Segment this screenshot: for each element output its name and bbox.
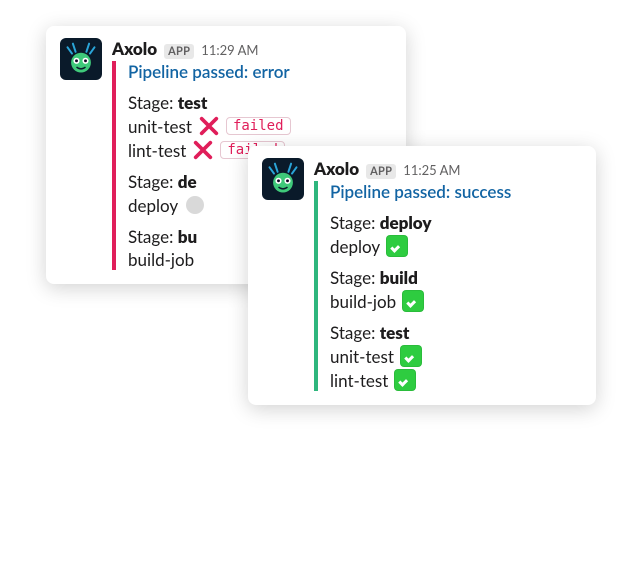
message-header: Axolo APP 11:25 AM: [314, 158, 582, 179]
job-name: unit-test: [330, 346, 394, 367]
stage-label: Stage: deploy: [330, 212, 582, 233]
app-badge: APP: [366, 164, 396, 179]
message-body: Axolo APP 11:25 AM Pipeline passed: succ…: [314, 158, 582, 391]
stage-name: build: [380, 267, 418, 288]
stage-name: bu: [178, 226, 197, 247]
stage-label: Stage: test: [128, 92, 392, 113]
job-name: lint-test: [128, 140, 186, 161]
check-icon: [394, 369, 416, 391]
job-row: deploy: [330, 235, 582, 257]
check-icon: [400, 345, 422, 367]
slack-message-success: Axolo APP 11:25 AM Pipeline passed: succ…: [248, 146, 596, 405]
stage-name: test: [178, 92, 208, 113]
bot-name[interactable]: Axolo: [314, 158, 359, 179]
job-row: build-job: [330, 290, 582, 312]
job-name: lint-test: [330, 370, 388, 391]
job-row: unit-test: [330, 345, 582, 367]
job-name: build-job: [330, 291, 396, 312]
message: Axolo APP 11:25 AM Pipeline passed: succ…: [262, 158, 582, 391]
stage-name: deploy: [380, 212, 432, 233]
pending-icon: [184, 194, 206, 216]
check-icon: [402, 290, 424, 312]
job-name: unit-test: [128, 116, 192, 137]
attachment-success: Pipeline passed: success Stage: deploy d…: [314, 181, 582, 391]
attachment-title[interactable]: Pipeline passed: success: [330, 181, 582, 202]
job-name: build-job: [128, 249, 194, 270]
cross-icon: [198, 115, 220, 137]
job-name: deploy: [128, 195, 178, 216]
avatar[interactable]: [262, 158, 304, 200]
stage-name: de: [178, 171, 197, 192]
timestamp[interactable]: 11:25 AM: [403, 162, 460, 178]
check-icon: [386, 235, 408, 257]
timestamp[interactable]: 11:29 AM: [201, 42, 258, 58]
stage-label: Stage: test: [330, 322, 582, 343]
message-header: Axolo APP 11:29 AM: [112, 38, 392, 59]
app-badge: APP: [164, 44, 194, 59]
stage-label: Stage: build: [330, 267, 582, 288]
cross-icon: [192, 139, 214, 161]
job-row: lint-test: [330, 369, 582, 391]
bot-name[interactable]: Axolo: [112, 38, 157, 59]
job-name: deploy: [330, 236, 380, 257]
stage-name: test: [380, 322, 410, 343]
avatar[interactable]: [60, 38, 102, 80]
status-badge: failed: [226, 117, 291, 135]
attachment-title[interactable]: Pipeline passed: error: [128, 61, 392, 82]
axolo-icon: [265, 161, 301, 197]
job-row: unit-test failed: [128, 115, 392, 137]
axolo-icon: [63, 41, 99, 77]
